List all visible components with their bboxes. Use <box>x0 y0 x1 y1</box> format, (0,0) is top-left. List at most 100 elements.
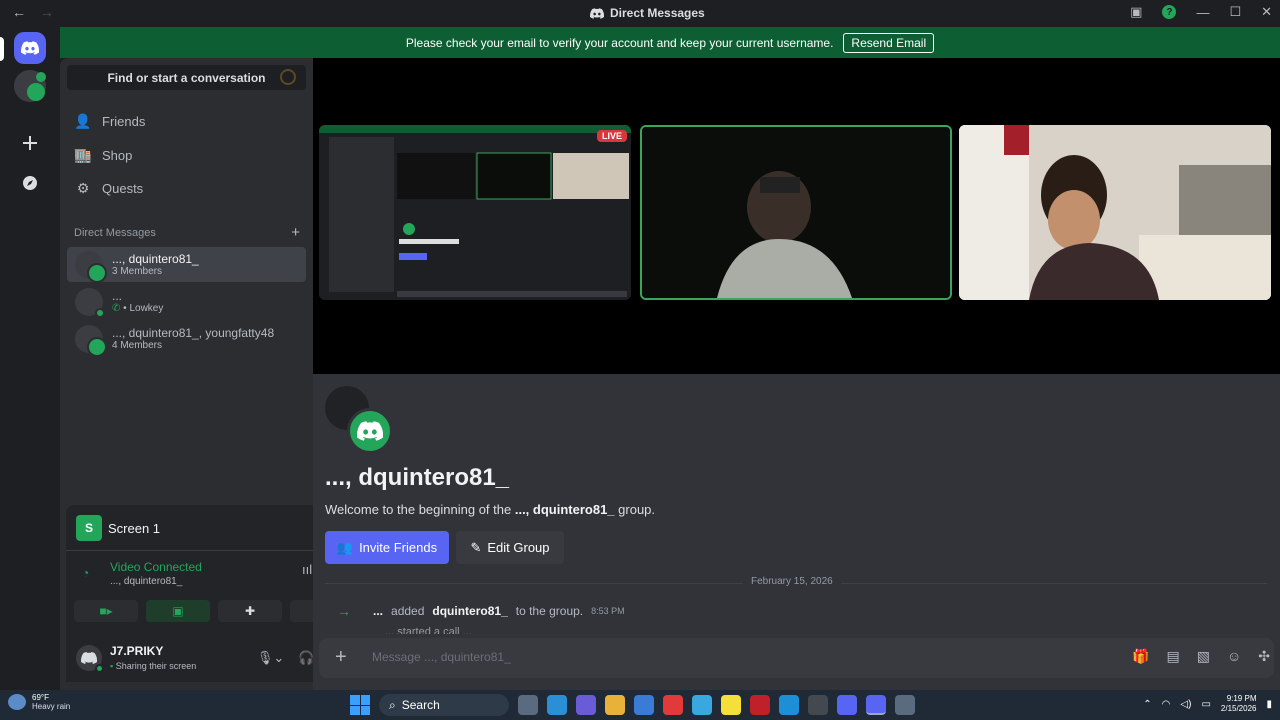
friends-icon: 👤 <box>74 112 92 129</box>
windows-start-icon[interactable] <box>350 695 370 715</box>
camera-icon: ■▸ <box>99 604 113 618</box>
dm-avatar <box>75 250 107 283</box>
file-explorer-icon[interactable] <box>605 695 625 715</box>
dm-item[interactable]: ..., dquintero81_, youngfatty48 4 Member… <box>67 321 306 357</box>
nav-quests[interactable]: ⚙ Quests <box>68 173 306 203</box>
snapchat-icon[interactable] <box>721 695 741 715</box>
app-red-icon[interactable] <box>663 695 683 715</box>
message-input[interactable]: Message ..., dquintero81_ <box>372 650 511 664</box>
live-badge: LIVE <box>596 130 627 142</box>
pencil-icon: ✎ <box>470 539 482 555</box>
volume-icon[interactable]: ◁) <box>1180 699 1191 710</box>
camera-button[interactable]: ■▸ <box>74 600 138 622</box>
discord-icon <box>590 7 604 19</box>
discord-taskbar-icon[interactable] <box>866 695 886 715</box>
welcome-text: Welcome to the beginning of the ..., dqu… <box>325 502 655 517</box>
welcome-section: ..., dquintero81_ Welcome to the beginni… <box>325 386 655 564</box>
dm-sidebar: Find or start a conversation 👤 Friends 🏬… <box>60 58 365 690</box>
emoji-icon[interactable]: ☺ <box>1227 648 1241 665</box>
dm-header-label: Direct Messages <box>74 227 156 239</box>
invite-friends-button[interactable]: 👥 Invite Friends <box>325 531 449 564</box>
user-status: ▪ Sharing their screen <box>110 661 196 671</box>
group-icon <box>87 336 107 357</box>
dm-activity: ✆ • Lowkey <box>112 303 163 314</box>
system-target[interactable]: dquintero81_ <box>432 604 507 618</box>
system-tray: ⌃ ◠ ◁) ▭ 9:19 PM 2/15/2026 ▮ <box>1143 694 1272 714</box>
home-button[interactable] <box>14 32 46 64</box>
notification-icon[interactable]: ▮ <box>1266 699 1272 710</box>
activities-icon: ✚ <box>244 604 256 618</box>
sticker-icon[interactable]: ▧ <box>1197 648 1210 665</box>
minimize-button[interactable]: — <box>1196 5 1209 20</box>
voice-channel-name[interactable]: ..., dquintero81_ <box>110 576 182 587</box>
create-dm-button[interactable]: + <box>291 224 300 241</box>
mcafee-icon[interactable] <box>750 695 770 715</box>
welcome-text-group: ..., dquintero81_ <box>514 502 615 517</box>
dm-item[interactable]: ..., dquintero81_ 3 Members <box>67 247 306 283</box>
dm-item[interactable]: ... ✆ • Lowkey <box>67 284 306 319</box>
help-icon[interactable]: ? <box>1162 5 1177 19</box>
copilot-icon[interactable] <box>576 695 596 715</box>
date-label: February 15, 2026 <box>743 576 841 587</box>
weather-desc: Heavy rain <box>32 702 71 711</box>
resend-email-button[interactable]: Resend Email <box>843 32 935 53</box>
app-icon-2[interactable] <box>808 695 828 715</box>
battery-icon[interactable]: ▭ <box>1201 699 1210 710</box>
nav-friends[interactable]: 👤 Friends <box>68 106 306 136</box>
user-name[interactable]: J7.PRIKY <box>110 644 163 658</box>
chevron-up-icon[interactable]: ⌃ <box>1143 699 1151 710</box>
dm-activity-text: • Lowkey <box>123 303 164 314</box>
camera-tile-speaking[interactable] <box>640 125 952 300</box>
maximize-button[interactable]: ☐ <box>1229 4 1241 20</box>
close-button[interactable]: ✕ <box>1261 4 1272 20</box>
back-button[interactable]: ← <box>12 4 26 20</box>
task-view-icon[interactable] <box>518 695 538 715</box>
user-avatar[interactable] <box>76 645 104 673</box>
user-status-text: Sharing their screen <box>115 661 197 671</box>
nav-arrows: ← → <box>12 4 64 20</box>
welcome-text-suffix: group. <box>618 502 656 517</box>
microphone-icon[interactable]: 🎙⌄ <box>257 650 284 666</box>
voice-status-text[interactable]: Video Connected <box>110 560 202 574</box>
add-server-button[interactable] <box>14 127 46 159</box>
main-content: LIVE ..., dquintero81_ Welcome to the be… <box>313 58 1280 690</box>
discord-app: ← → Direct Messages ▣ ? — ☐ ✕ Please che… <box>0 0 1280 690</box>
nav-shop[interactable]: 🏬 Shop <box>68 140 306 170</box>
camera-tile[interactable] <box>959 125 1271 300</box>
screen-share-button[interactable]: ▣ <box>146 600 210 622</box>
attach-plus-icon[interactable]: + <box>335 646 347 669</box>
online-status-icon <box>95 307 105 318</box>
dm-avatar <box>75 287 105 318</box>
gif-icon[interactable]: ▤ <box>1167 648 1180 665</box>
inbox-icon[interactable]: ▣ <box>1130 4 1142 20</box>
signal-icon[interactable]: ◔ <box>82 566 89 580</box>
store-icon[interactable] <box>634 695 654 715</box>
activities-button[interactable]: ✚ <box>218 600 282 622</box>
discord-logo-icon <box>21 41 39 55</box>
selected-indicator <box>0 37 4 61</box>
weather-widget[interactable]: 69°F Heavy rain <box>8 693 70 711</box>
chrome-icon[interactable] <box>692 695 712 715</box>
forward-button[interactable]: → <box>40 4 54 20</box>
edit-group-label: Edit Group <box>487 540 550 555</box>
find-conversation-input[interactable]: Find or start a conversation <box>67 65 306 90</box>
app-icon-3[interactable] <box>837 695 857 715</box>
discover-button[interactable] <box>14 167 46 199</box>
group-dm-avatar[interactable] <box>14 70 46 102</box>
dm-header: Direct Messages + <box>74 224 300 241</box>
screen-share-tile[interactable]: LIVE <box>319 125 631 300</box>
join-arrow-icon: → <box>337 603 351 619</box>
taskbar-search[interactable]: ⌕ Search <box>379 694 509 716</box>
wifi-icon[interactable]: ◠ <box>1162 699 1171 710</box>
gift-icon[interactable]: 🎁 <box>1132 648 1149 665</box>
clock[interactable]: 9:19 PM 2/15/2026 <box>1221 694 1257 714</box>
settings-taskbar-icon[interactable] <box>895 695 915 715</box>
edge-icon[interactable] <box>779 695 799 715</box>
app-icon[interactable] <box>547 695 567 715</box>
system-actor[interactable]: ... <box>373 604 383 618</box>
edit-group-button[interactable]: ✎ Edit Group <box>456 531 564 564</box>
clock-time: 9:19 PM <box>1226 694 1257 703</box>
dm-members: 4 Members <box>112 340 163 351</box>
dm-members: 3 Members <box>112 266 163 277</box>
apps-icon[interactable]: ✣ <box>1258 648 1270 665</box>
